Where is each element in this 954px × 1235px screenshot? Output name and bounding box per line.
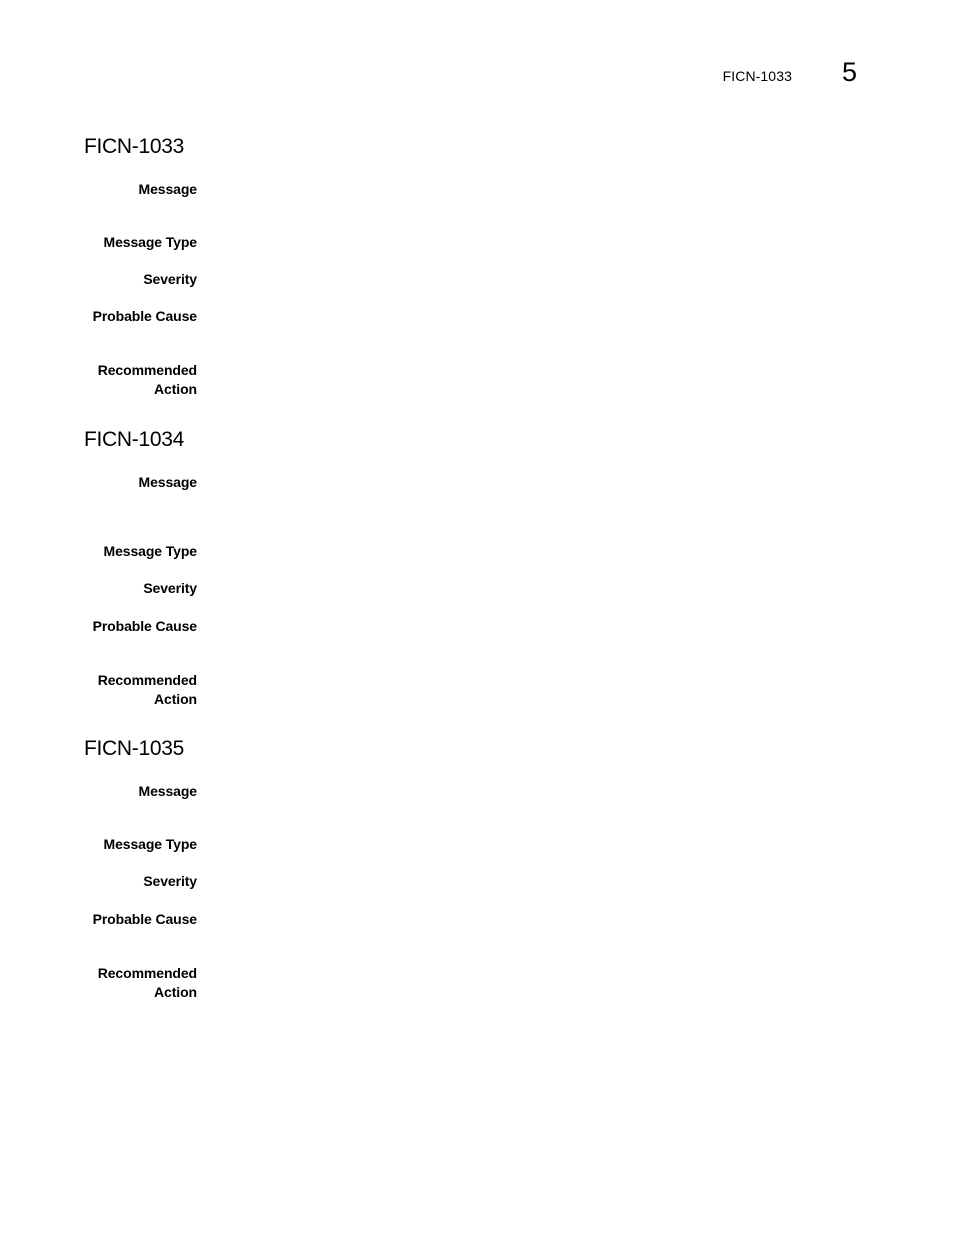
recommended-action-label-line2: Action (154, 381, 197, 397)
probable-cause-label: Probable Cause (92, 911, 198, 927)
message-type-label: Message Type (103, 543, 198, 559)
message-entry: FICN-1035 Message Message Type Severity … (84, 737, 874, 1000)
recommended-action-label-line1: Recommended (97, 965, 197, 981)
entry-title: FICN-1033 (84, 135, 185, 158)
running-title: FICN-1033 (722, 68, 792, 84)
recommended-action-label: Recommended Action (84, 671, 197, 709)
entry-title: FICN-1034 (84, 428, 185, 451)
message-entry: FICN-1033 Message Message Type Severity … (84, 135, 874, 397)
recommended-action-label-line2: Action (154, 691, 197, 707)
message-type-label: Message Type (103, 836, 198, 852)
message-type-label: Message Type (103, 234, 198, 250)
chapter-number: 5 (841, 57, 857, 87)
running-header: FICN-1033 5 (723, 57, 857, 88)
recommended-action-label: Recommended Action (84, 964, 197, 1002)
severity-label: Severity (143, 580, 197, 596)
message-label: Message (138, 783, 198, 799)
recommended-action-label: Recommended Action (84, 361, 197, 399)
message-entry: FICN-1034 Message Message Type Severity … (84, 428, 874, 707)
severity-label: Severity (143, 873, 197, 889)
message-label: Message (138, 181, 198, 197)
severity-label: Severity (143, 271, 197, 287)
recommended-action-label-line2: Action (154, 984, 197, 1000)
probable-cause-label: Probable Cause (92, 308, 198, 324)
recommended-action-label-line1: Recommended (97, 672, 197, 688)
recommended-action-label-line1: Recommended (97, 362, 197, 378)
probable-cause-label: Probable Cause (92, 618, 198, 634)
message-label: Message (138, 474, 198, 490)
entry-title: FICN-1035 (84, 737, 185, 760)
